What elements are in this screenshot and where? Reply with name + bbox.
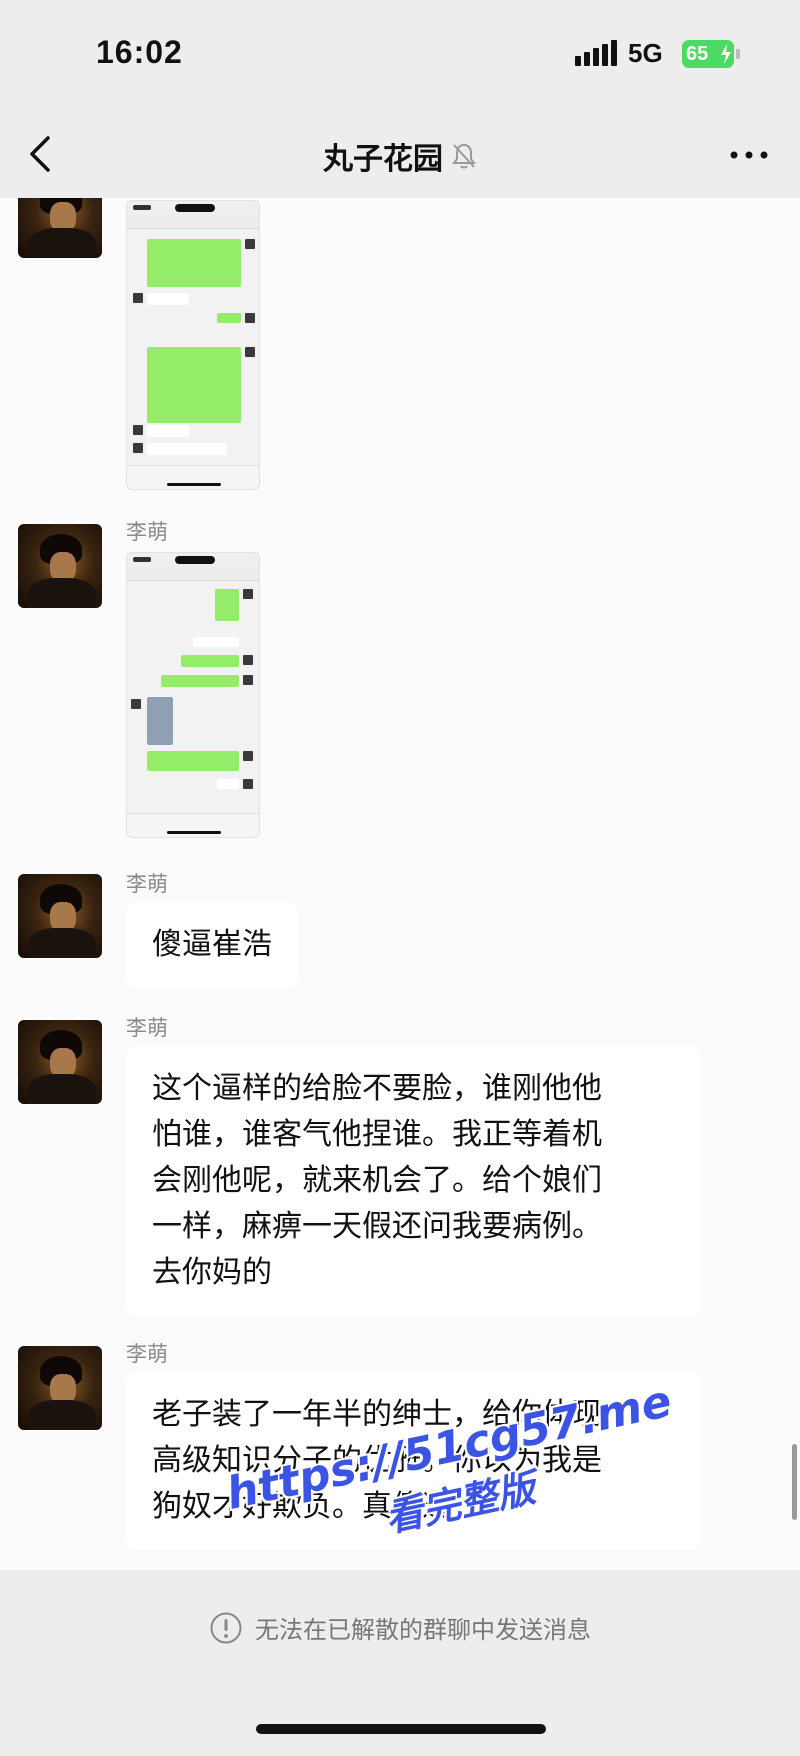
sender-name: 李萌 xyxy=(126,520,168,544)
sender-name: 李萌 xyxy=(126,1016,168,1040)
message-text-line: 去你妈的 xyxy=(152,1255,272,1290)
home-indicator[interactable] xyxy=(256,1724,546,1734)
battery-indicator: 65 xyxy=(682,40,734,68)
avatar[interactable] xyxy=(18,1346,102,1430)
message-bubble[interactable]: 傻逼崔浩 xyxy=(126,902,298,988)
message-text-line: 这个逼样的给脸不要脸，谁刚他他 xyxy=(152,1071,602,1106)
message-text-line: 狗奴才好欺负。真傻逼 xyxy=(152,1489,452,1524)
avatar[interactable] xyxy=(18,524,102,608)
exclamation-circle-icon xyxy=(210,1612,242,1643)
message-bubble[interactable]: 老子装了一年半的绅士，给你体现 高级知识分子的优雅。你以为我是 狗奴才好欺负。真… xyxy=(126,1372,700,1550)
image-message-thumbnail[interactable] xyxy=(126,552,260,838)
avatar[interactable] xyxy=(18,1020,102,1104)
status-bar: 16:02 5G 65 xyxy=(0,0,800,110)
chat-message-list[interactable]: 李萌 李萌 傻逼崔浩 李萌 这个逼样的给脸不要脸，谁刚他他 怕谁，谁客气他捏谁。… xyxy=(0,198,800,1570)
sender-name: 李萌 xyxy=(126,872,168,896)
message-bubble[interactable]: 这个逼样的给脸不要脸，谁刚他他 怕谁，谁客气他捏谁。我正等着机 会刚他呢，就来机… xyxy=(126,1046,700,1316)
chat-title: 丸子花园 xyxy=(323,142,443,177)
signal-strength-icon xyxy=(575,40,617,66)
avatar[interactable] xyxy=(18,198,102,258)
chat-title-container: 丸子花园 xyxy=(0,134,800,178)
status-time: 16:02 xyxy=(96,34,183,70)
chat-header: 丸子花园 xyxy=(0,110,800,198)
mute-bell-icon xyxy=(452,143,476,169)
message-text: 傻逼崔浩 xyxy=(152,927,272,962)
more-options-icon[interactable] xyxy=(726,140,772,170)
avatar[interactable] xyxy=(18,874,102,958)
message-text-line: 一样，麻痹一天假还问我要病例。 xyxy=(152,1209,602,1244)
message-text-line: 怕谁，谁客气他捏谁。我正等着机 xyxy=(152,1117,602,1152)
scrollbar[interactable] xyxy=(792,1444,797,1520)
disbanded-group-notice: 无法在已解散的群聊中发送消息 xyxy=(0,1610,800,1651)
image-message-thumbnail[interactable] xyxy=(126,200,260,490)
network-type: 5G xyxy=(628,38,663,68)
message-text-line: 会刚他呢，就来机会了。给个娘们 xyxy=(152,1163,602,1198)
message-text-line: 老子装了一年半的绅士，给你体现 xyxy=(152,1397,602,1432)
message-text-line: 高级知识分子的优雅。你以为我是 xyxy=(152,1443,602,1478)
charging-bolt-icon xyxy=(721,44,731,64)
footer: 无法在已解散的群聊中发送消息 xyxy=(0,1570,800,1756)
sender-name: 李萌 xyxy=(126,1342,168,1366)
battery-cap xyxy=(736,49,740,59)
battery-level: 65 xyxy=(686,43,709,65)
notice-text: 无法在已解散的群聊中发送消息 xyxy=(255,1616,591,1644)
